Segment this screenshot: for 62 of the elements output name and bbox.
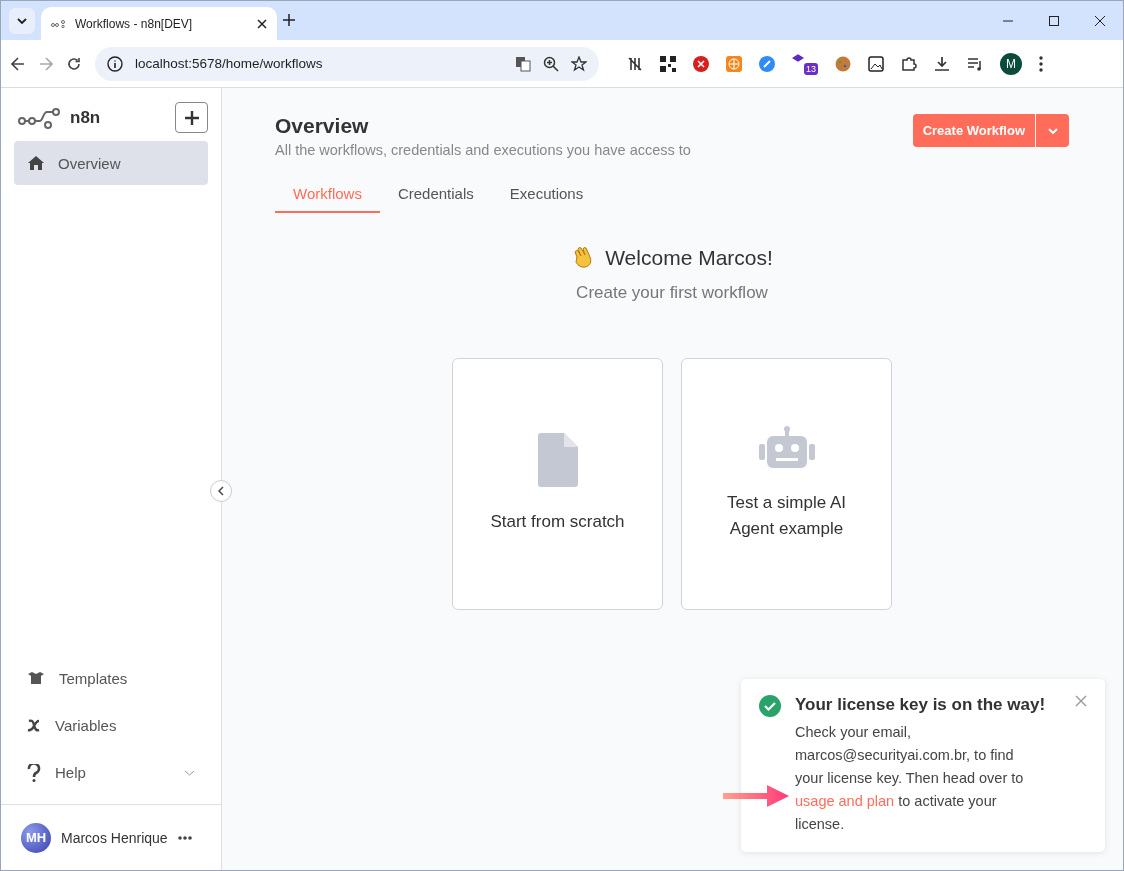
chevron-down-icon	[184, 769, 195, 776]
collapse-button[interactable]	[210, 480, 232, 502]
option-card[interactable]: Test a simple AI Agent example	[681, 358, 892, 610]
chevron-down-icon	[1047, 127, 1058, 134]
page-subtitle: All the workflows, credentials and executions you have access to	[275, 142, 691, 158]
user-name: Marcos Henrique	[61, 829, 168, 846]
tab-search-button[interactable]	[9, 7, 35, 34]
qr-code-icon[interactable]	[660, 55, 676, 72]
user-avatar[interactable]: MH	[21, 822, 51, 853]
workflow-icon	[51, 19, 65, 28]
tab[interactable]: Executions	[491, 180, 602, 213]
robot-icon	[758, 426, 815, 468]
star-icon[interactable]	[571, 55, 587, 72]
reload-icon[interactable]	[67, 56, 81, 71]
variable-icon	[27, 717, 41, 734]
home-icon	[28, 156, 44, 170]
translate-icon[interactable]	[515, 55, 531, 72]
media-icon[interactable]	[967, 55, 983, 72]
question-icon	[27, 763, 41, 782]
pointer-arrow	[721, 783, 791, 809]
nav-item[interactable]: Variables	[1, 702, 221, 749]
file-icon	[537, 433, 578, 487]
logo-text: n8n	[70, 107, 102, 128]
welcome-subtitle: Create your first workflow	[576, 283, 768, 303]
more-icon[interactable]	[1039, 55, 1043, 72]
nav-item[interactable]: Help	[1, 749, 221, 796]
toast-title: Your license key is on the way!	[795, 695, 1047, 715]
plus-icon	[184, 110, 199, 125]
page-title: Overview	[275, 114, 370, 138]
address-bar[interactable]: localhost:5678/home/workflows	[95, 46, 599, 81]
tab-title: Workflows - n8n[DEV]	[75, 16, 194, 31]
logo-icon	[18, 106, 62, 129]
extension-badge: 13	[804, 62, 818, 75]
download-icon[interactable]	[934, 55, 950, 72]
close-icon[interactable]	[1095, 15, 1105, 26]
extension-icon[interactable]	[792, 52, 804, 63]
info-icon	[107, 55, 123, 72]
back-icon[interactable]	[11, 56, 25, 71]
option-card[interactable]: Start from scratch	[452, 358, 663, 610]
chevron-down-icon	[17, 17, 27, 24]
success-icon	[759, 695, 781, 717]
maximize-icon[interactable]	[1049, 15, 1059, 26]
add-button[interactable]	[175, 102, 208, 133]
chevron-left-icon	[218, 486, 224, 496]
welcome-title: Welcome Marcos!	[605, 246, 773, 270]
url-text: localhost:5678/home/workflows	[135, 56, 324, 71]
new-tab-icon[interactable]	[283, 13, 295, 26]
minimize-icon[interactable]	[1003, 19, 1013, 22]
toast-message: Check your email, marcos@securityai.com.br, to find your license key. Then head over to usage and plan to activate your license.	[795, 723, 1025, 834]
image-icon[interactable]	[868, 55, 884, 72]
tab[interactable]: Credentials	[379, 180, 492, 213]
more-icon[interactable]	[177, 835, 192, 840]
link-icon[interactable]	[759, 55, 775, 72]
cookie-icon[interactable]	[835, 55, 851, 72]
close-icon[interactable]	[257, 18, 267, 29]
puzzle-icon[interactable]	[901, 55, 917, 72]
profile-avatar[interactable]: M	[1000, 52, 1022, 75]
nav-item[interactable]: Templates	[1, 655, 221, 702]
nav-item[interactable]: Overview	[14, 141, 208, 185]
zoom-icon[interactable]	[543, 55, 559, 72]
browser-tab[interactable]: Workflows - n8n[DEV]	[41, 7, 277, 40]
error-icon[interactable]	[693, 55, 709, 72]
